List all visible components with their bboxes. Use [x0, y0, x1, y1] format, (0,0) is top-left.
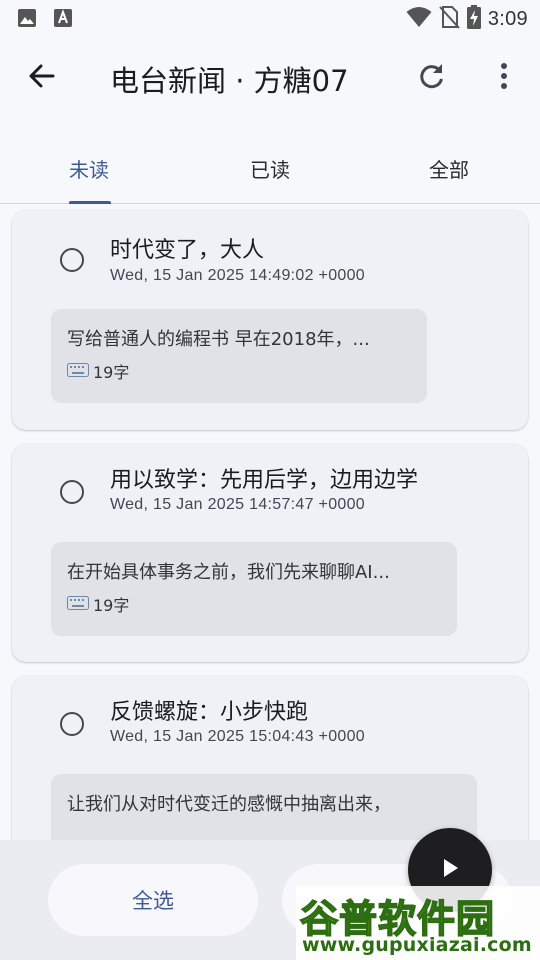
article-date: Wed, 15 Jan 2025 15:04:43 +0000 [110, 728, 365, 745]
watermark-url: www.gupuxiazai.com [302, 934, 532, 956]
article-excerpt: 写给普通人的编程书 早在2018年，... 19字 [51, 309, 427, 403]
select-all-button[interactable]: 全选 [48, 864, 258, 936]
keyboard-icon [67, 595, 89, 614]
article-card[interactable]: 用以致学：先用后学，边用边学 Wed, 15 Jan 2025 14:57:47… [12, 444, 528, 662]
battery-charging-icon [466, 5, 482, 33]
more-options-button[interactable] [484, 58, 524, 98]
refresh-button[interactable] [412, 58, 452, 98]
status-bar: 3:09 [0, 0, 540, 36]
article-title: 反馈螺旋：小步快跑 [110, 700, 309, 725]
excerpt-text: 在开始具体事务之前，我们先来聊聊AI... [67, 562, 390, 583]
watermark: 谷普软件园 www.gupuxiazai.com [296, 886, 540, 960]
excerpt-text: 让我们从对时代变迁的感慨中抽离出来， [67, 794, 391, 815]
article-card[interactable]: 反馈螺旋：小步快跑 Wed, 15 Jan 2025 15:04:43 +000… [12, 676, 528, 840]
app-bar: 电台新闻 · 方糖07 [0, 44, 540, 112]
select-radio[interactable] [60, 248, 84, 272]
back-button[interactable] [22, 58, 62, 98]
play-icon [439, 856, 461, 884]
word-count: 19字 [67, 592, 441, 616]
article-title: 用以致学：先用后学，边用边学 [110, 468, 419, 493]
keyboard-icon [67, 362, 89, 381]
tab-read[interactable]: 已读 [250, 154, 290, 183]
screen: 3:09 电台新闻 · 方糖07 未读 已读 全部 时代变了，大人 Wed, 1… [0, 0, 540, 960]
tab-unread[interactable]: 未读 [69, 154, 109, 183]
article-list[interactable]: 时代变了，大人 Wed, 15 Jan 2025 14:49:02 +0000 … [0, 204, 540, 840]
keyboard-a-icon [53, 8, 73, 32]
tab-all[interactable]: 全部 [429, 154, 469, 183]
no-sim-icon [438, 5, 460, 33]
select-radio[interactable] [60, 480, 84, 504]
status-time: 3:09 [487, 7, 528, 30]
refresh-icon [418, 62, 446, 94]
select-radio[interactable] [60, 712, 84, 736]
article-date: Wed, 15 Jan 2025 14:57:47 +0000 [110, 496, 365, 513]
article-card[interactable]: 时代变了，大人 Wed, 15 Jan 2025 14:49:02 +0000 … [12, 210, 528, 430]
image-icon [17, 8, 37, 32]
word-count-label: 19字 [93, 363, 130, 382]
article-date: Wed, 15 Jan 2025 14:49:02 +0000 [110, 267, 365, 284]
arrow-back-icon [28, 62, 56, 94]
more-vert-icon [500, 62, 508, 94]
page-title: 电台新闻 · 方糖07 [110, 64, 349, 98]
word-count: 19字 [67, 359, 411, 383]
article-excerpt: 让我们从对时代变迁的感慨中抽离出来， [51, 774, 477, 840]
wifi-icon [406, 6, 432, 32]
article-title: 时代变了，大人 [110, 238, 265, 263]
article-excerpt: 在开始具体事务之前，我们先来聊聊AI... 19字 [51, 542, 457, 636]
tab-bar: 未读 已读 全部 [0, 138, 540, 204]
word-count-label: 19字 [93, 596, 130, 615]
excerpt-text: 写给普通人的编程书 早在2018年，... [67, 329, 370, 350]
